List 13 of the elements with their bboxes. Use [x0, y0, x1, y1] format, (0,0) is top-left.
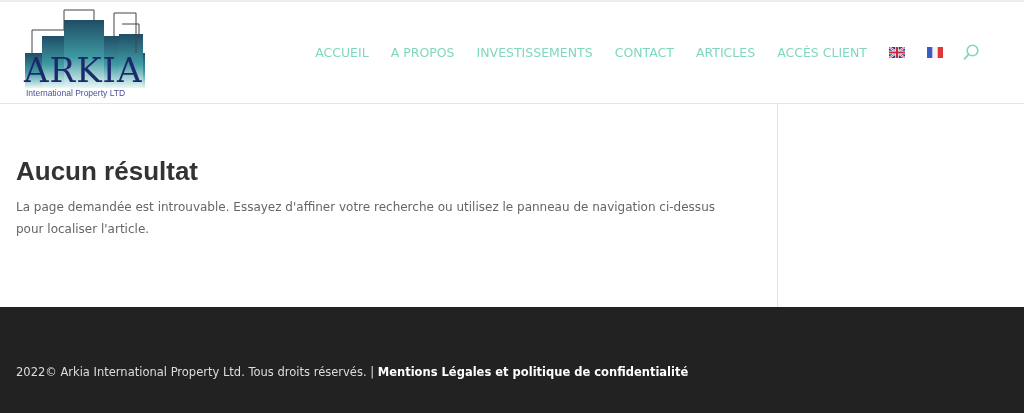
nav-link[interactable]: A PROPOS [390, 45, 455, 60]
nav-link[interactable]: INVESTISSEMENTS [476, 45, 593, 60]
french-flag-icon[interactable] [927, 47, 943, 58]
nav-link[interactable]: ACCÈS CLIENT [777, 45, 867, 60]
nav-link[interactable]: ACCUEIL [315, 45, 369, 60]
page-heading: Aucun résultat [16, 156, 200, 186]
message-text: La page demandée est introuvable. Essayez d'affiner votre recherche ou utilisez le panneau de navigation ci-dessus pour localiser l'article. [16, 199, 716, 238]
nav-link[interactable]: ARTICLES [695, 45, 756, 60]
logo-tagline: International Property LTD [26, 87, 126, 98]
uk-flag-icon[interactable] [889, 47, 905, 58]
nav-link[interactable]: CONTACT [614, 45, 674, 60]
copyright-text: 2022© Arkia International Property Ltd. Tous droits réservés. | Mentions Légales et politique de confidentialité [16, 365, 690, 379]
legal-link[interactable]: Mentions Légales et politique de confidentialité [377, 365, 689, 379]
